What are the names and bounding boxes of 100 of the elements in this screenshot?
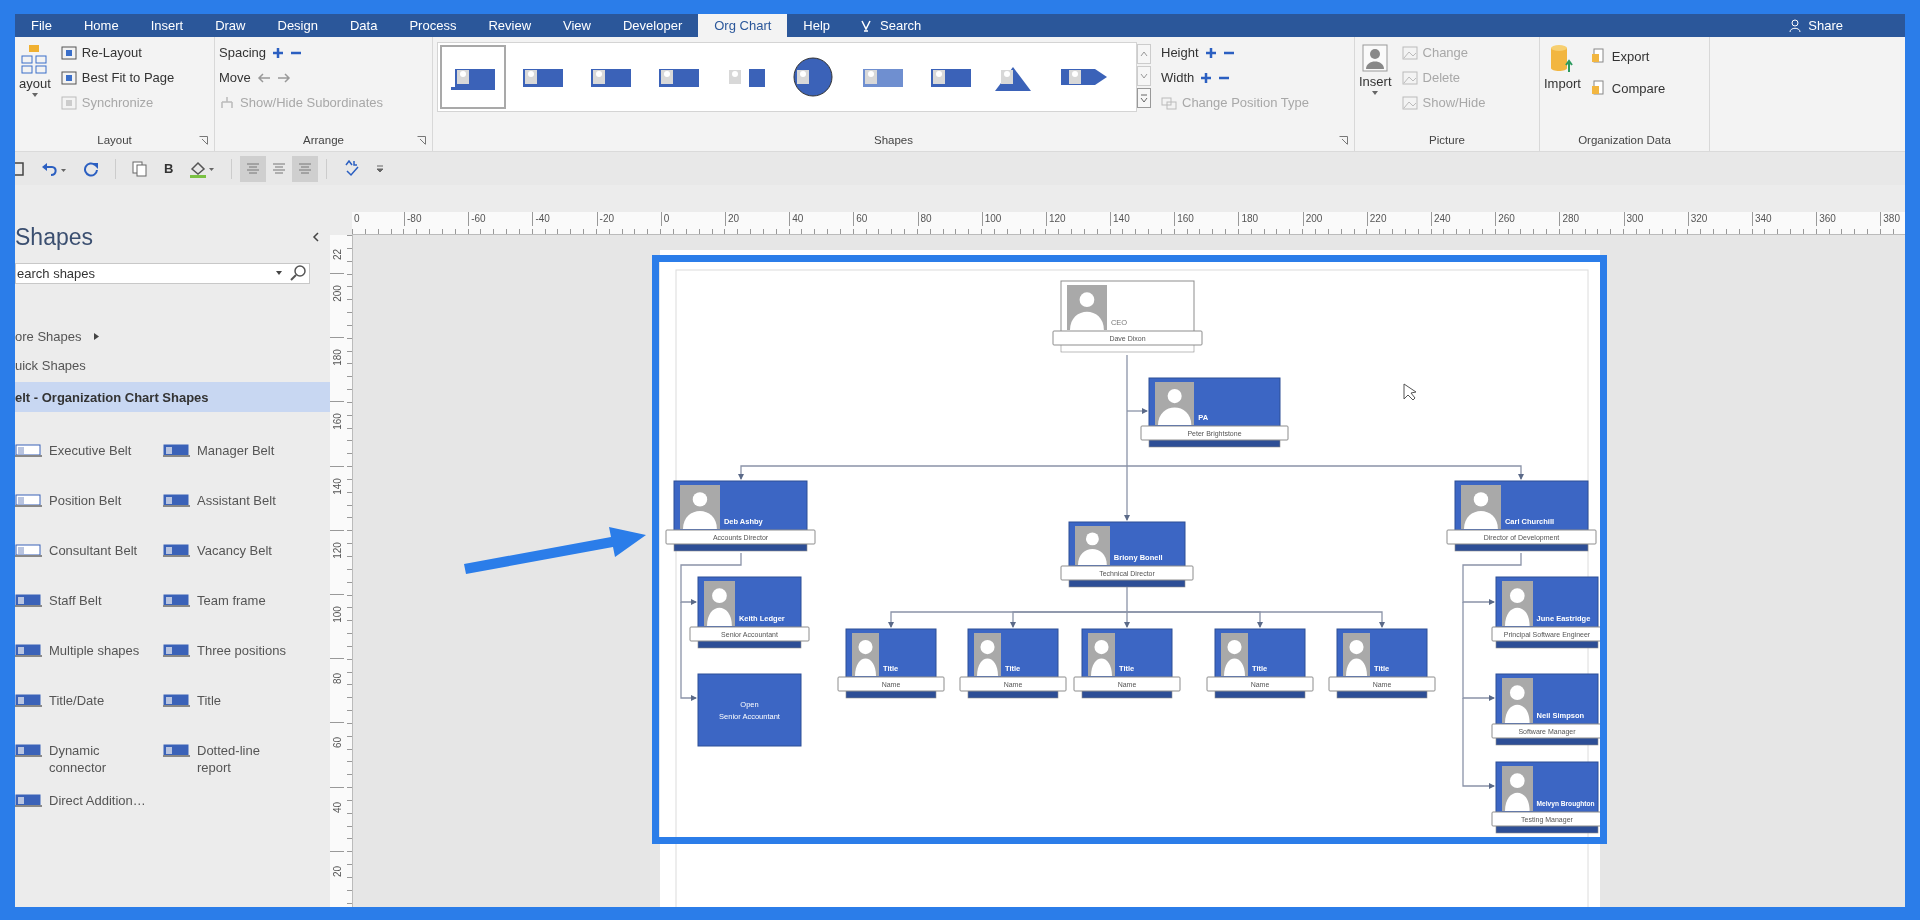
stencil-shape-label[interactable]: Assistant Belt bbox=[197, 492, 297, 509]
align-text-icon bbox=[246, 162, 261, 175]
stencil-shape-label[interactable]: Direct Addition… bbox=[49, 792, 149, 809]
stencil-shape-icon[interactable] bbox=[15, 792, 43, 810]
row-label: Move bbox=[219, 70, 251, 85]
search-field[interactable]: earch shapes bbox=[15, 263, 310, 284]
data-file-icon bbox=[1590, 80, 1607, 96]
dialog-launcher-icon[interactable] bbox=[199, 136, 208, 145]
customize-caret-icon[interactable] bbox=[377, 164, 384, 173]
plus-icon[interactable] bbox=[272, 46, 284, 59]
stencil-shape-label[interactable]: Staff Belt bbox=[49, 592, 149, 609]
stencil-shape-icon[interactable] bbox=[163, 642, 191, 660]
stencil-shape-label[interactable]: Dotted-line report bbox=[197, 742, 297, 776]
ribbon-tab[interactable]: Review bbox=[472, 14, 548, 37]
layout-tool-icon bbox=[60, 45, 77, 60]
import-button[interactable]: Import bbox=[1544, 42, 1581, 91]
ribbon-tab[interactable]: Org Chart bbox=[698, 14, 788, 37]
avatar-icon bbox=[1502, 678, 1533, 723]
save-icon[interactable] bbox=[15, 160, 25, 177]
ruler-label: 340 bbox=[1754, 213, 1772, 224]
right-arrow-icon[interactable] bbox=[276, 71, 291, 84]
stencil-item[interactable]: uick Shapes bbox=[15, 353, 330, 377]
redo-icon[interactable] bbox=[83, 160, 99, 177]
stencil-shape-label[interactable]: Title/Date bbox=[49, 692, 149, 709]
ribbon-button[interactable]: Compare bbox=[1590, 74, 1666, 102]
dialog-launcher-icon[interactable] bbox=[417, 136, 426, 145]
caret-icon[interactable] bbox=[276, 271, 282, 275]
ribbon-button[interactable]: Best Fit to Page bbox=[60, 67, 175, 88]
stencil-shape-icon[interactable] bbox=[163, 442, 191, 460]
ruler-label: 40 bbox=[792, 213, 804, 224]
avatar-icon bbox=[1461, 485, 1501, 529]
ruler-label: 40 bbox=[331, 800, 343, 815]
ruler-label: 100 bbox=[331, 605, 343, 625]
stencil-shape-icon[interactable] bbox=[15, 542, 43, 560]
ribbon-tab[interactable]: View bbox=[547, 14, 607, 37]
mouse-cursor-icon bbox=[1403, 383, 1417, 401]
stencil-shape-icon[interactable] bbox=[15, 642, 43, 660]
stencil-shape-icon[interactable] bbox=[15, 442, 43, 460]
group-label: Picture bbox=[1429, 134, 1465, 146]
share-button[interactable]: Share bbox=[1789, 18, 1843, 33]
stencil-shape-label[interactable]: Three positions bbox=[197, 642, 297, 659]
ribbon-tab[interactable]: Insert bbox=[134, 14, 200, 37]
ribbon-tab[interactable]: Data bbox=[333, 14, 394, 37]
ruler-label: -80 bbox=[407, 213, 422, 224]
plus-icon[interactable] bbox=[1204, 46, 1217, 59]
tell-me-search[interactable]: Search bbox=[880, 18, 922, 33]
spelling-check-icon[interactable] bbox=[343, 159, 362, 178]
stencil-shape-icon[interactable] bbox=[163, 492, 191, 510]
bold-button[interactable]: B bbox=[164, 161, 174, 176]
undo-icon[interactable] bbox=[41, 160, 67, 177]
gallery-more-icon[interactable] bbox=[1137, 88, 1151, 108]
ribbon-tab[interactable]: File bbox=[15, 14, 68, 37]
stencil-shape-icon[interactable] bbox=[15, 592, 43, 610]
ruler-label: 240 bbox=[1434, 213, 1451, 224]
stencil-item[interactable]: ore Shapes bbox=[15, 324, 330, 348]
search-icon[interactable] bbox=[289, 264, 307, 282]
stencil-shape-icon[interactable] bbox=[15, 492, 43, 510]
stencil-shape-icon[interactable] bbox=[163, 542, 191, 560]
ribbon-tab[interactable]: Design bbox=[261, 14, 334, 37]
ruler-label: 300 bbox=[1626, 213, 1644, 224]
plus-icon[interactable] bbox=[1200, 71, 1213, 84]
stencil-shape-label[interactable]: Vacancy Belt bbox=[197, 542, 297, 559]
dialog-launcher-icon[interactable] bbox=[1339, 136, 1348, 145]
ribbon-button[interactable]: Export bbox=[1590, 42, 1666, 70]
ruler-label: 280 bbox=[1562, 213, 1580, 224]
layout-button[interactable]: ayout bbox=[19, 42, 51, 97]
copy-icon[interactable] bbox=[132, 160, 148, 177]
stencil-shape-icon[interactable] bbox=[15, 692, 43, 710]
stencil-shape-icon[interactable] bbox=[15, 742, 43, 760]
picture-person-icon bbox=[1362, 44, 1389, 72]
stencil-item[interactable]: elt - Organization Chart Shapes bbox=[15, 382, 330, 412]
ribbon-tab[interactable]: Help bbox=[787, 14, 847, 37]
stencil-shape-label[interactable]: Executive Belt bbox=[49, 442, 149, 459]
stencil-shape-label[interactable]: Dynamic connector bbox=[49, 742, 149, 776]
picture-icon bbox=[1401, 95, 1418, 110]
row-label: Height bbox=[1161, 45, 1199, 60]
stencil-shape-icon[interactable] bbox=[163, 692, 191, 710]
org-shape-thumbnail[interactable] bbox=[440, 45, 506, 109]
ribbon-button[interactable]: Re-Layout bbox=[60, 42, 175, 63]
left-arrow-icon[interactable] bbox=[256, 71, 271, 84]
ribbon-tab[interactable]: Process bbox=[393, 14, 473, 37]
stencil-shape-icon[interactable] bbox=[163, 742, 191, 760]
stencil-shape-label[interactable]: Title bbox=[197, 692, 297, 709]
stencil-shape-label[interactable]: Multiple shapes bbox=[49, 642, 149, 659]
collapse-icon[interactable] bbox=[312, 232, 320, 242]
insert-picture-button[interactable]: Insert bbox=[1359, 42, 1392, 95]
align-text-icon bbox=[298, 162, 313, 175]
stencil-shape-label[interactable]: Team frame bbox=[197, 592, 297, 609]
ribbon-tab[interactable]: Draw bbox=[199, 14, 262, 37]
stencil-shape-label[interactable]: Consultant Belt bbox=[49, 542, 149, 559]
fill-color-icon[interactable] bbox=[189, 159, 216, 178]
stencil-shape-icon[interactable] bbox=[163, 592, 191, 610]
row-label: Width bbox=[1161, 70, 1195, 85]
stencil-shape-label[interactable]: Position Belt bbox=[49, 492, 149, 509]
ribbon-tab[interactable]: Home bbox=[67, 14, 135, 37]
group-label: Arrange bbox=[303, 134, 344, 146]
avatar-icon bbox=[1075, 526, 1110, 565]
stencil-shape-label[interactable]: Manager Belt bbox=[197, 442, 297, 459]
caret-icon bbox=[31, 93, 38, 97]
ribbon-tab[interactable]: Developer bbox=[607, 14, 699, 37]
